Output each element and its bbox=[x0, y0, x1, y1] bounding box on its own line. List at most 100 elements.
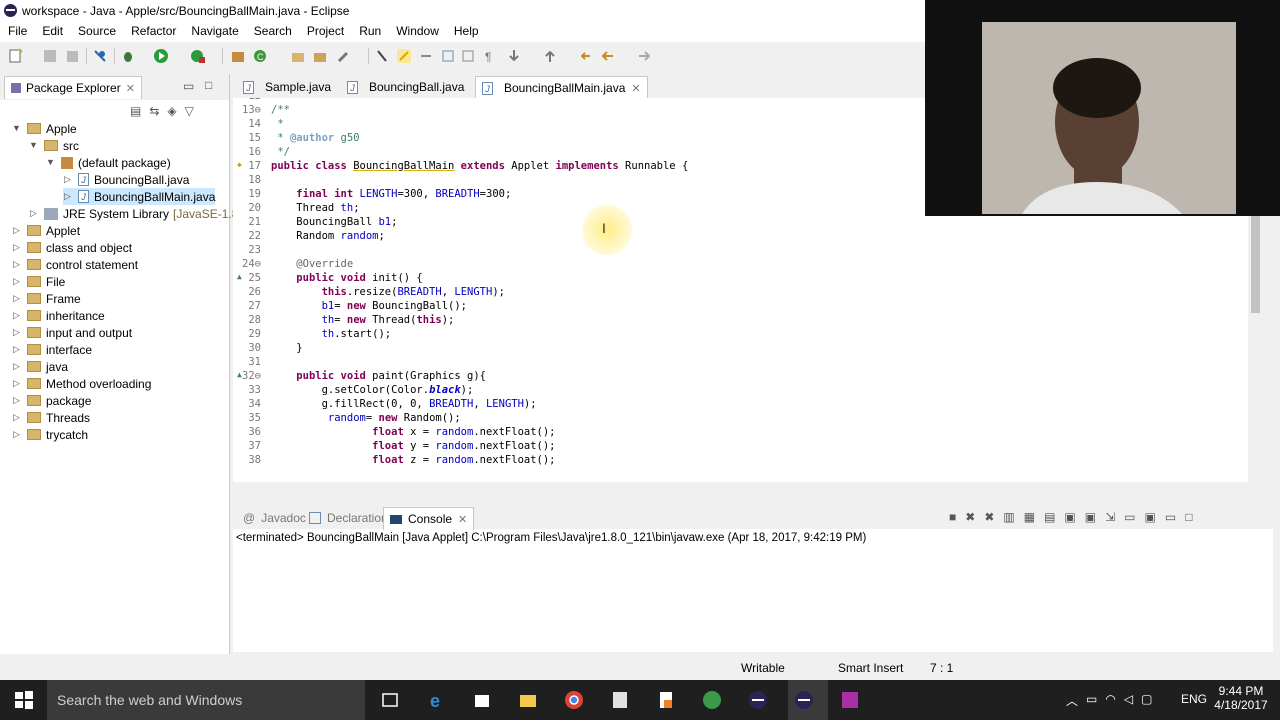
chevron-right-icon[interactable]: ▷ bbox=[29, 209, 38, 218]
tree-item[interactable]: ▼ (default package) bbox=[46, 154, 171, 171]
eclipse-active-icon[interactable] bbox=[794, 690, 814, 710]
maximize-icon[interactable]: □ bbox=[1185, 510, 1192, 524]
tab-package-explorer[interactable]: Package Explorer ✕ bbox=[4, 76, 142, 99]
display-console-icon[interactable]: ▭ bbox=[1124, 510, 1135, 524]
menu-refactor[interactable]: Refactor bbox=[123, 22, 183, 42]
new-class-icon[interactable]: C bbox=[252, 48, 268, 64]
last-edit-location-icon[interactable] bbox=[578, 48, 594, 64]
code-line[interactable]: 36 float x = random.nextFloat(); bbox=[233, 426, 1243, 440]
run-icon[interactable] bbox=[153, 48, 169, 64]
chevron-right-icon[interactable]: ▷ bbox=[12, 396, 21, 405]
close-icon[interactable]: ✕ bbox=[631, 82, 640, 95]
tree-item[interactable]: ▷ Threads bbox=[12, 409, 90, 426]
tab-sample-java[interactable]: J Sample.java bbox=[237, 76, 337, 98]
code-line[interactable]: 31 bbox=[233, 356, 1243, 370]
code-line[interactable]: 33 g.setColor(Color.black); bbox=[233, 384, 1243, 398]
volume-icon[interactable]: ◁ bbox=[1124, 692, 1133, 709]
tree-item[interactable]: ▷ trycatch bbox=[12, 426, 88, 443]
code-line[interactable]: 37 float y = random.nextFloat(); bbox=[233, 440, 1243, 454]
menu-run[interactable]: Run bbox=[351, 22, 388, 42]
show-whitespace-icon[interactable] bbox=[460, 48, 476, 64]
save-all-icon[interactable] bbox=[64, 48, 80, 64]
tree-item[interactable]: ▼ Apple bbox=[12, 120, 77, 137]
tab-bouncingballmain-java[interactable]: J BouncingBallMain.java ✕ bbox=[475, 76, 648, 99]
skip-breakpoints-icon[interactable] bbox=[92, 48, 108, 64]
tab-javadoc[interactable]: @ Javadoc bbox=[237, 507, 312, 529]
tree-item[interactable]: ▷ control statement bbox=[12, 256, 138, 273]
remove-launch-icon[interactable]: ✖ bbox=[965, 510, 975, 524]
tree-item[interactable]: ▷ J BouncingBallMain.java bbox=[63, 188, 216, 205]
menu-edit[interactable]: Edit bbox=[34, 22, 70, 42]
code-line[interactable]: 23 bbox=[233, 244, 1243, 258]
tree-item[interactable]: ▷ JRE System Library [JavaSE-1.8] bbox=[29, 205, 242, 222]
save-icon[interactable] bbox=[42, 48, 58, 64]
remove-all-icon[interactable]: ✖ bbox=[984, 510, 994, 524]
edge-icon[interactable]: e bbox=[428, 690, 448, 710]
chevron-right-icon[interactable]: ▷ bbox=[12, 260, 21, 269]
minimize-icon[interactable]: ▭ bbox=[1165, 510, 1176, 524]
chevron-down-icon[interactable]: ▼ bbox=[46, 158, 55, 167]
tree-item[interactable]: ▼ src bbox=[29, 137, 79, 154]
link-with-editor-icon[interactable]: ⇆ bbox=[149, 104, 159, 118]
new-icon[interactable] bbox=[8, 48, 24, 64]
tree-item[interactable]: ▷ Frame bbox=[12, 290, 81, 307]
coverage-icon[interactable] bbox=[190, 48, 206, 64]
close-icon[interactable]: ✕ bbox=[126, 82, 135, 95]
wifi-icon[interactable]: ◠ bbox=[1105, 692, 1115, 709]
tab-declaration[interactable]: Declaration bbox=[303, 507, 394, 529]
chevron-down-icon[interactable]: ▼ bbox=[12, 124, 21, 133]
show-on-output-icon[interactable]: ▣ bbox=[1064, 510, 1075, 524]
view-menu-icon[interactable]: ▽ bbox=[185, 104, 194, 118]
tree-item[interactable]: ▷ File bbox=[12, 273, 65, 290]
forward-icon[interactable] bbox=[636, 48, 652, 64]
task-view-icon[interactable] bbox=[380, 690, 400, 710]
file-explorer-icon[interactable] bbox=[518, 690, 538, 710]
prev-annotation-icon[interactable] bbox=[542, 48, 558, 64]
menu-search[interactable]: Search bbox=[246, 22, 299, 42]
store-icon[interactable] bbox=[472, 690, 492, 710]
debug-icon[interactable] bbox=[120, 48, 136, 64]
chevron-right-icon[interactable]: ▷ bbox=[63, 175, 72, 184]
clear-console-icon[interactable]: ▥ bbox=[1003, 510, 1014, 524]
taskbar-search-box[interactable]: Search the web and Windows bbox=[47, 680, 365, 720]
document-app-icon[interactable] bbox=[656, 690, 676, 710]
open-task-icon[interactable] bbox=[312, 48, 328, 64]
search-icon[interactable] bbox=[336, 48, 352, 64]
editor-horizontal-scrollbar[interactable] bbox=[233, 482, 1263, 498]
windows-start-icon[interactable] bbox=[14, 690, 34, 710]
code-line[interactable]: 34 g.fillRect(0, 0, BREADTH, LENGTH); bbox=[233, 398, 1243, 412]
taskbar-clock[interactable]: 9:44 PM 4/18/2017 bbox=[1214, 684, 1268, 712]
chevron-right-icon[interactable]: ▷ bbox=[63, 192, 72, 201]
chevron-right-icon[interactable]: ▷ bbox=[12, 277, 21, 286]
chevron-right-icon[interactable]: ▷ bbox=[12, 413, 21, 422]
code-line[interactable]: 29 th.start(); bbox=[233, 328, 1243, 342]
mark-occurrences-icon[interactable] bbox=[396, 48, 412, 64]
code-line[interactable]: 27 b1= new BouncingBall(); bbox=[233, 300, 1243, 314]
code-line[interactable]: 28 th= new Thread(this); bbox=[233, 314, 1243, 328]
tree-item[interactable]: ▷ J BouncingBall.java bbox=[63, 171, 189, 188]
menu-help[interactable]: Help bbox=[446, 22, 486, 42]
block-selection-icon[interactable] bbox=[418, 48, 434, 64]
chevron-right-icon[interactable]: ▷ bbox=[12, 362, 21, 371]
tree-item[interactable]: ▷ java bbox=[12, 358, 68, 375]
app-icon[interactable] bbox=[610, 690, 630, 710]
green-app-icon[interactable] bbox=[702, 690, 722, 710]
tree-item[interactable]: ▷ package bbox=[12, 392, 91, 409]
chevron-right-icon[interactable]: ▷ bbox=[12, 430, 21, 439]
maximize-icon[interactable]: □ bbox=[205, 78, 212, 92]
chevron-right-icon[interactable]: ▷ bbox=[12, 379, 21, 388]
tree-item[interactable]: ▷ input and output bbox=[12, 324, 132, 341]
pilcrow-icon[interactable]: ¶ bbox=[482, 48, 498, 64]
tray-expand-icon[interactable]: ︿ bbox=[1066, 692, 1078, 709]
menu-source[interactable]: Source bbox=[70, 22, 123, 42]
word-wrap-icon[interactable] bbox=[440, 48, 456, 64]
code-line[interactable]: 38 float z = random.nextFloat(); bbox=[233, 454, 1243, 468]
pin-console-icon[interactable]: ⇲ bbox=[1105, 510, 1115, 524]
tree-item[interactable]: ▷ Applet bbox=[12, 222, 80, 239]
open-console-icon[interactable]: ▣ bbox=[1145, 510, 1156, 524]
annotation-icon[interactable] bbox=[374, 48, 390, 64]
menu-file[interactable]: File bbox=[0, 22, 34, 42]
tree-item[interactable]: ▷ inheritance bbox=[12, 307, 105, 324]
open-type-icon[interactable] bbox=[290, 48, 306, 64]
new-java-project-icon[interactable] bbox=[230, 48, 246, 64]
